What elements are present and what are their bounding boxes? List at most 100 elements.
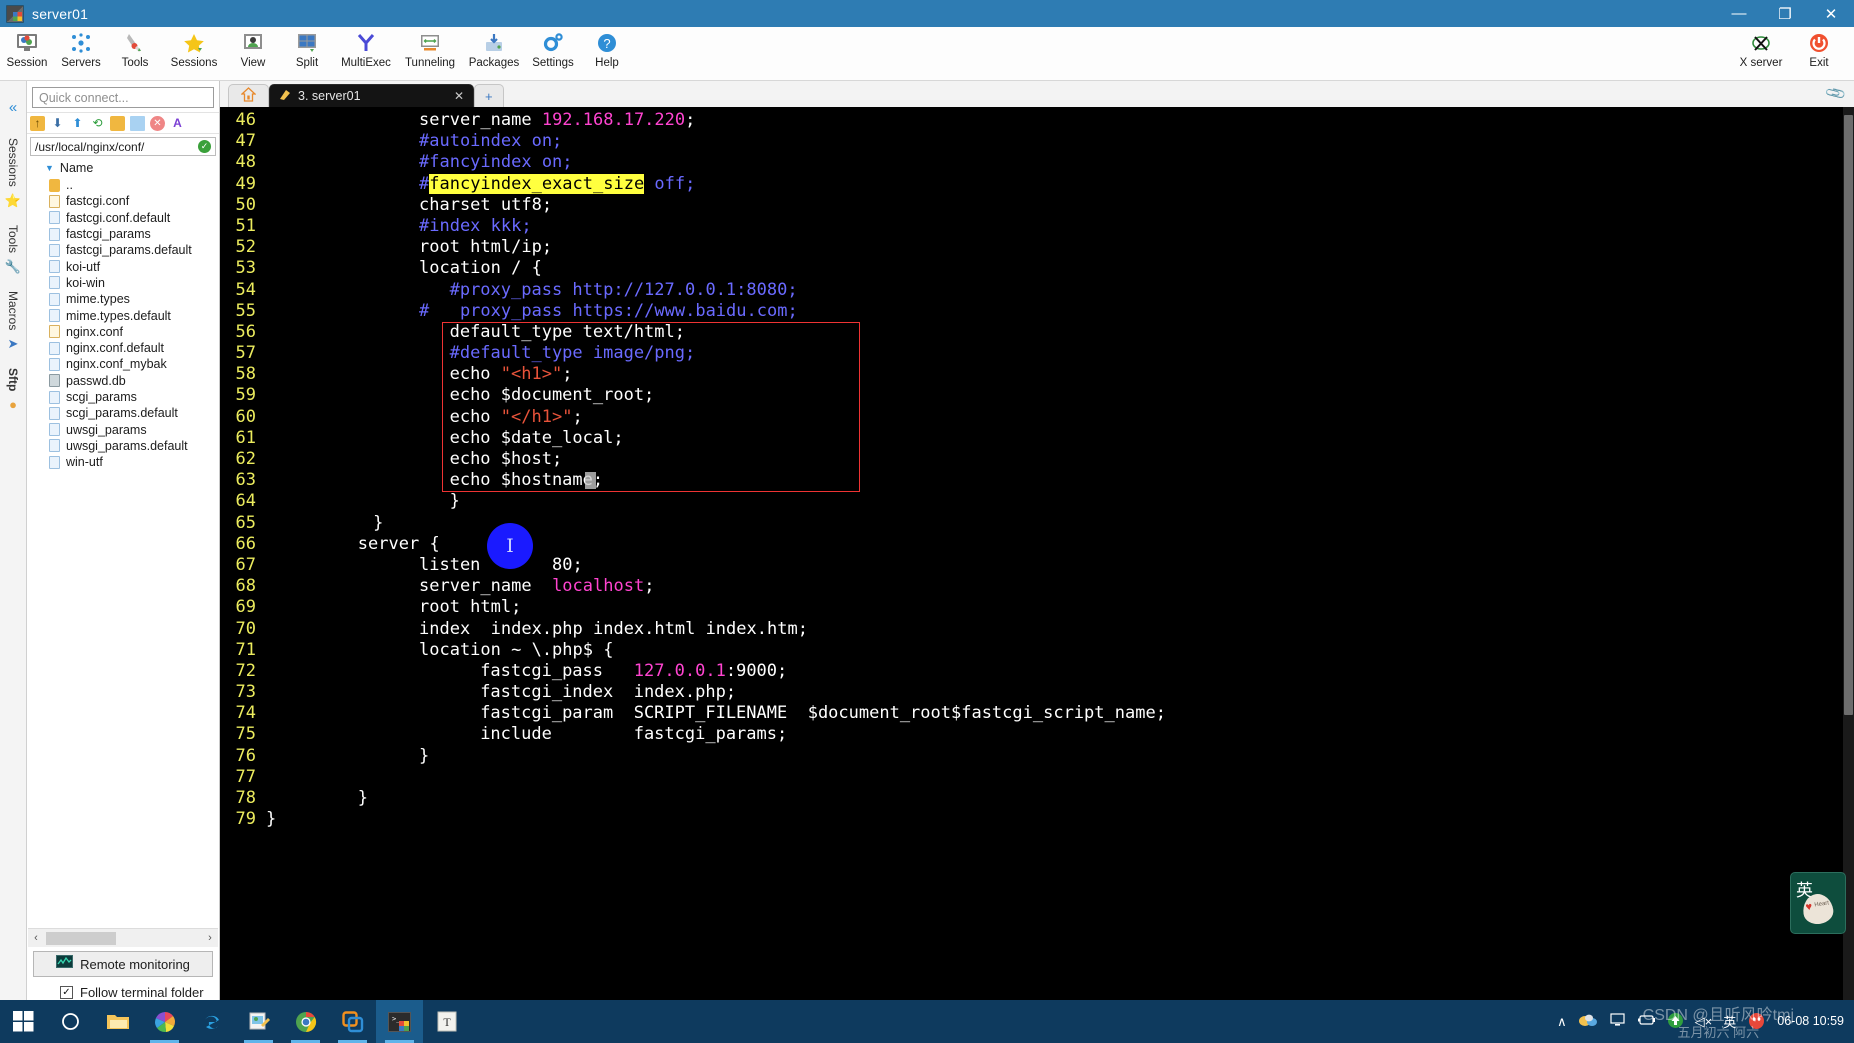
mouse-cursor-highlight: I <box>487 523 533 569</box>
ribbon-split[interactable]: Split <box>280 27 334 69</box>
session-tab-server01[interactable]: 3. server01 ✕ <box>269 84 474 107</box>
file-name: uwsgi_params.default <box>66 438 188 453</box>
snipping-tool-button[interactable] <box>235 1000 282 1043</box>
ribbon-session[interactable]: Session <box>0 27 54 69</box>
microsoft-edge-button[interactable] <box>188 1000 235 1043</box>
terminal-scrollbar[interactable] <box>1843 107 1854 1000</box>
code-text: } <box>266 746 429 767</box>
horizontal-scrollbar[interactable]: ‹ › <box>28 928 218 947</box>
file-list[interactable]: .. fastcgi.conf fastcgi.conf.default fas… <box>27 177 219 928</box>
sort-descending-icon[interactable]: ▼ <box>45 163 54 173</box>
list-item[interactable]: .. <box>49 177 219 193</box>
close-icon[interactable]: ✕ <box>454 89 464 103</box>
battery-icon[interactable] <box>1637 1014 1656 1029</box>
vtab-sftp[interactable]: Sftp <box>6 362 20 393</box>
vmware-workstation-button[interactable] <box>329 1000 376 1043</box>
quick-connect-input[interactable]: Quick connect... <box>32 87 214 108</box>
show-hidden-icons-button[interactable]: ∧ <box>1557 1014 1567 1030</box>
list-item[interactable]: fastcgi.conf <box>49 193 219 209</box>
delete-icon[interactable]: ✕ <box>150 115 165 131</box>
ribbon-sessions[interactable]: Sessions <box>162 27 226 69</box>
line-number: 55 <box>235 300 256 321</box>
list-item[interactable]: koi-utf <box>49 258 219 274</box>
ribbon-settings[interactable]: Settings <box>526 27 580 69</box>
ribbon-packages[interactable]: Packages <box>462 27 526 69</box>
vtab-sessions[interactable]: Sessions <box>6 132 20 189</box>
vtab-macros[interactable]: Macros <box>6 285 20 332</box>
remote-monitoring-button[interactable]: Remote monitoring <box>33 951 213 977</box>
ribbon-view[interactable]: View <box>226 27 280 69</box>
list-item[interactable]: passwd.db <box>49 373 219 389</box>
follow-terminal-folder-row[interactable]: ✓ Follow terminal folder <box>27 979 219 1000</box>
list-item[interactable]: scgi_params <box>49 389 219 405</box>
maximize-button[interactable]: ❐ <box>1762 0 1808 27</box>
file-explorer-button[interactable] <box>94 1000 141 1043</box>
refresh-icon[interactable]: ⟲ <box>90 116 105 131</box>
parent-folder-icon[interactable]: ↑ <box>30 115 45 131</box>
list-item[interactable]: fastcgi.conf.default <box>49 210 219 226</box>
ribbon-tunneling[interactable]: Tunneling <box>398 27 462 69</box>
text-mode-icon[interactable]: A <box>170 116 185 131</box>
ribbon-tools[interactable]: Tools <box>108 27 162 69</box>
code-token: off; <box>644 173 696 194</box>
mobaxterm-button[interactable]: >_ <box>376 1000 423 1043</box>
ime-language-button[interactable]: 英 <box>1723 1012 1736 1031</box>
code-token: location ~ \.php$ { <box>419 639 614 660</box>
code-text: #fancyindex_exact_size off; <box>266 173 696 195</box>
typora-button[interactable]: T <box>423 1000 470 1043</box>
list-item[interactable]: nginx.conf.default <box>49 340 219 356</box>
start-button[interactable] <box>0 1000 47 1043</box>
scrollbar-thumb[interactable] <box>46 931 116 945</box>
ribbon-servers[interactable]: Servers <box>54 27 108 69</box>
sftp-path-input[interactable]: /usr/local/nginx/conf/ ✓ <box>30 137 216 156</box>
list-item[interactable]: koi-win <box>49 275 219 291</box>
paperclip-icon[interactable]: 📎 <box>1823 82 1847 106</box>
download-icon[interactable]: ⬇ <box>50 116 65 131</box>
follow-terminal-folder-checkbox[interactable]: ✓ <box>60 986 73 999</box>
list-item[interactable]: mime.types <box>49 291 219 307</box>
ime-floating-widget[interactable]: 英 <box>1790 872 1846 934</box>
code-text: #fancyindex on; <box>266 152 573 173</box>
upload-icon[interactable]: ⬆ <box>70 116 85 131</box>
file-icon <box>49 325 60 339</box>
ribbon-help[interactable]: ? Help <box>580 27 634 69</box>
double-chevron-left-icon[interactable]: « <box>9 99 17 116</box>
code-line: 65} <box>220 513 1854 534</box>
scrollbar-thumb[interactable] <box>1844 115 1853 715</box>
vtab-tools[interactable]: Tools <box>6 219 20 255</box>
new-folder-icon[interactable] <box>110 115 125 131</box>
home-tab[interactable] <box>228 84 269 107</box>
list-item[interactable]: nginx.conf_mybak <box>49 356 219 372</box>
ribbon-multiexec[interactable]: MultiExec <box>334 27 398 69</box>
qq-icon[interactable] <box>1747 1012 1766 1032</box>
list-item[interactable]: uwsgi_params.default <box>49 438 219 454</box>
list-item[interactable]: mime.types.default <box>49 307 219 323</box>
close-button[interactable]: ✕ <box>1808 0 1854 27</box>
list-item[interactable]: win-utf <box>49 454 219 470</box>
taskbar-clock[interactable]: 06-08 10:59 <box>1777 1014 1844 1028</box>
list-item[interactable]: scgi_params.default <box>49 405 219 421</box>
cortana-search-button[interactable] <box>47 1000 94 1043</box>
quick-connect-placeholder: Quick connect... <box>39 90 129 105</box>
network-icon[interactable] <box>1609 1013 1626 1030</box>
list-item[interactable]: fastcgi_params.default <box>49 242 219 258</box>
new-file-icon[interactable] <box>130 115 145 131</box>
onedrive-icon[interactable] <box>1578 1013 1598 1030</box>
list-item[interactable]: uwsgi_params <box>49 421 219 437</box>
scroll-left-arrow[interactable]: ‹ <box>28 932 44 944</box>
list-item[interactable]: nginx.conf <box>49 324 219 340</box>
minimize-button[interactable]: — <box>1716 0 1762 27</box>
volume-icon[interactable]: ◁× <box>1695 1014 1713 1030</box>
ribbon-exit[interactable]: Exit <box>1790 27 1848 69</box>
new-tab-button[interactable]: + <box>474 84 504 107</box>
code-line: 68 server_name localhost; <box>220 576 1854 597</box>
google-chrome-button[interactable] <box>282 1000 329 1043</box>
update-icon[interactable] <box>1667 1012 1684 1032</box>
terminal-viewport[interactable]: 46 server_name 192.168.17.220; 47 #autoinde… <box>220 107 1854 1000</box>
list-item[interactable]: fastcgi_params <box>49 226 219 242</box>
ribbon-xserver[interactable]: X server <box>1732 27 1790 69</box>
scroll-right-arrow[interactable]: › <box>202 932 218 944</box>
line-number: 65 <box>235 512 256 533</box>
photos-app-button[interactable] <box>141 1000 188 1043</box>
code-token: #autoindex on; <box>419 131 563 152</box>
